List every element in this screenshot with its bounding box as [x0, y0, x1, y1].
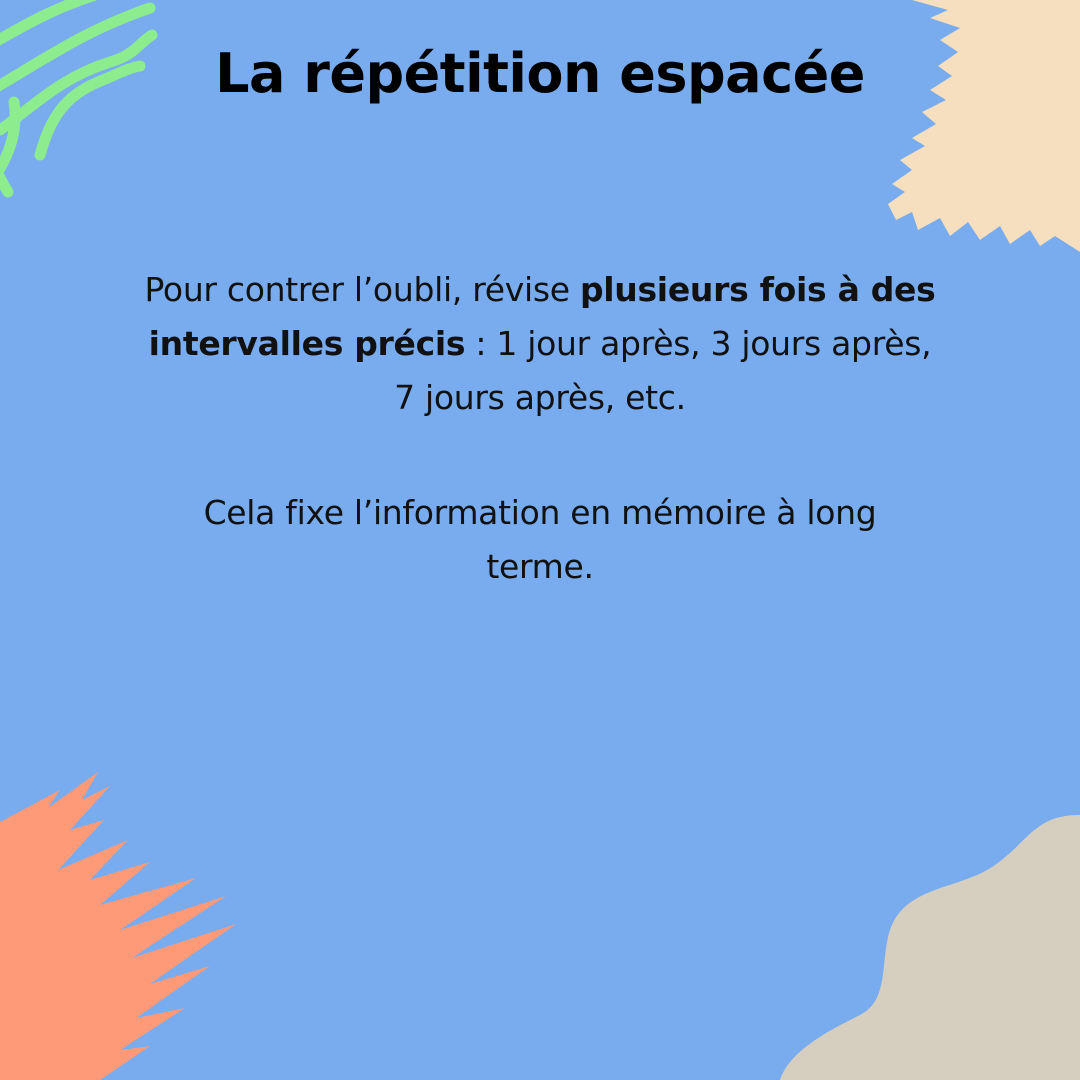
paragraph-intervals-tail: : 1 jour après, 3 jours après, 7 jours a…	[394, 324, 932, 417]
paragraph-intervals: Pour contrer l’oubli, révise plusieurs f…	[140, 263, 940, 425]
slide-canvas: La répétition espacée Pour contrer l’oub…	[0, 0, 1080, 1080]
page-title: La répétition espacée	[215, 42, 865, 105]
paragraph-memory: Cela fixe l’information en mémoire à lon…	[203, 493, 877, 586]
paragraph-intervals-lead: Pour contrer l’oubli, révise	[144, 270, 580, 309]
